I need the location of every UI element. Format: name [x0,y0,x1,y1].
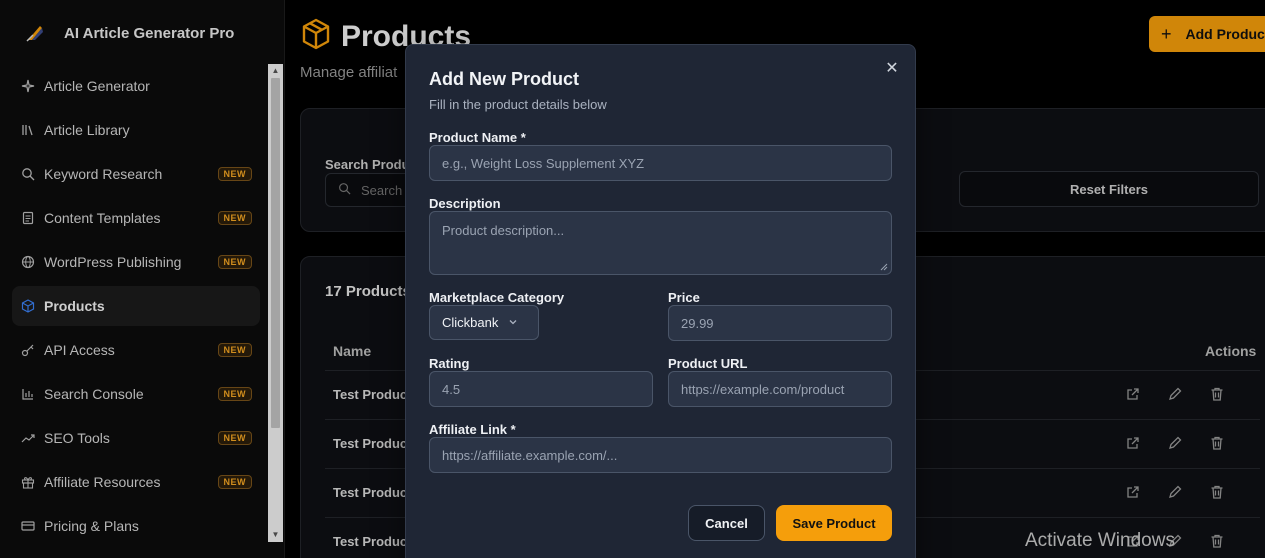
product-url-label: Product URL [668,356,748,371]
product-url-placeholder: https://example.com/product [681,381,845,397]
price-label: Price [668,290,700,305]
description-label: Description [429,196,501,211]
product-name-placeholder: e.g., Weight Loss Supplement XYZ [442,155,645,171]
affiliate-link-placeholder: https://affiliate.example.com/... [442,447,618,463]
description-textarea[interactable]: Product description... [429,211,892,275]
price-placeholder: 29.99 [681,315,714,331]
add-product-modal: Add New Product Fill in the product deta… [405,44,916,558]
product-name-label: Product Name * [429,130,526,145]
modal-title: Add New Product [429,69,580,89]
modal-subtitle: Fill in the product details below [429,97,607,112]
description-placeholder: Product description... [442,223,565,238]
rating-label: Rating [429,356,470,371]
category-value: Clickbank [442,315,499,330]
marketplace-category-select[interactable]: Clickbank [429,305,539,340]
close-icon[interactable]: ✕ [884,61,900,77]
rating-input[interactable]: 4.5 [429,371,653,407]
affiliate-link-label: Affiliate Link * [429,422,516,437]
save-product-button[interactable]: Save Product [776,505,892,541]
product-url-input[interactable]: https://example.com/product [668,371,892,407]
product-name-input[interactable]: e.g., Weight Loss Supplement XYZ [429,145,892,181]
affiliate-link-input[interactable]: https://affiliate.example.com/... [429,437,892,473]
rating-placeholder: 4.5 [442,381,461,397]
cancel-button[interactable]: Cancel [688,505,765,541]
resize-handle-icon[interactable] [880,263,888,271]
marketplace-category-label: Marketplace Category [429,290,565,305]
chevron-down-icon [508,315,518,330]
price-input[interactable]: 29.99 [668,305,892,341]
